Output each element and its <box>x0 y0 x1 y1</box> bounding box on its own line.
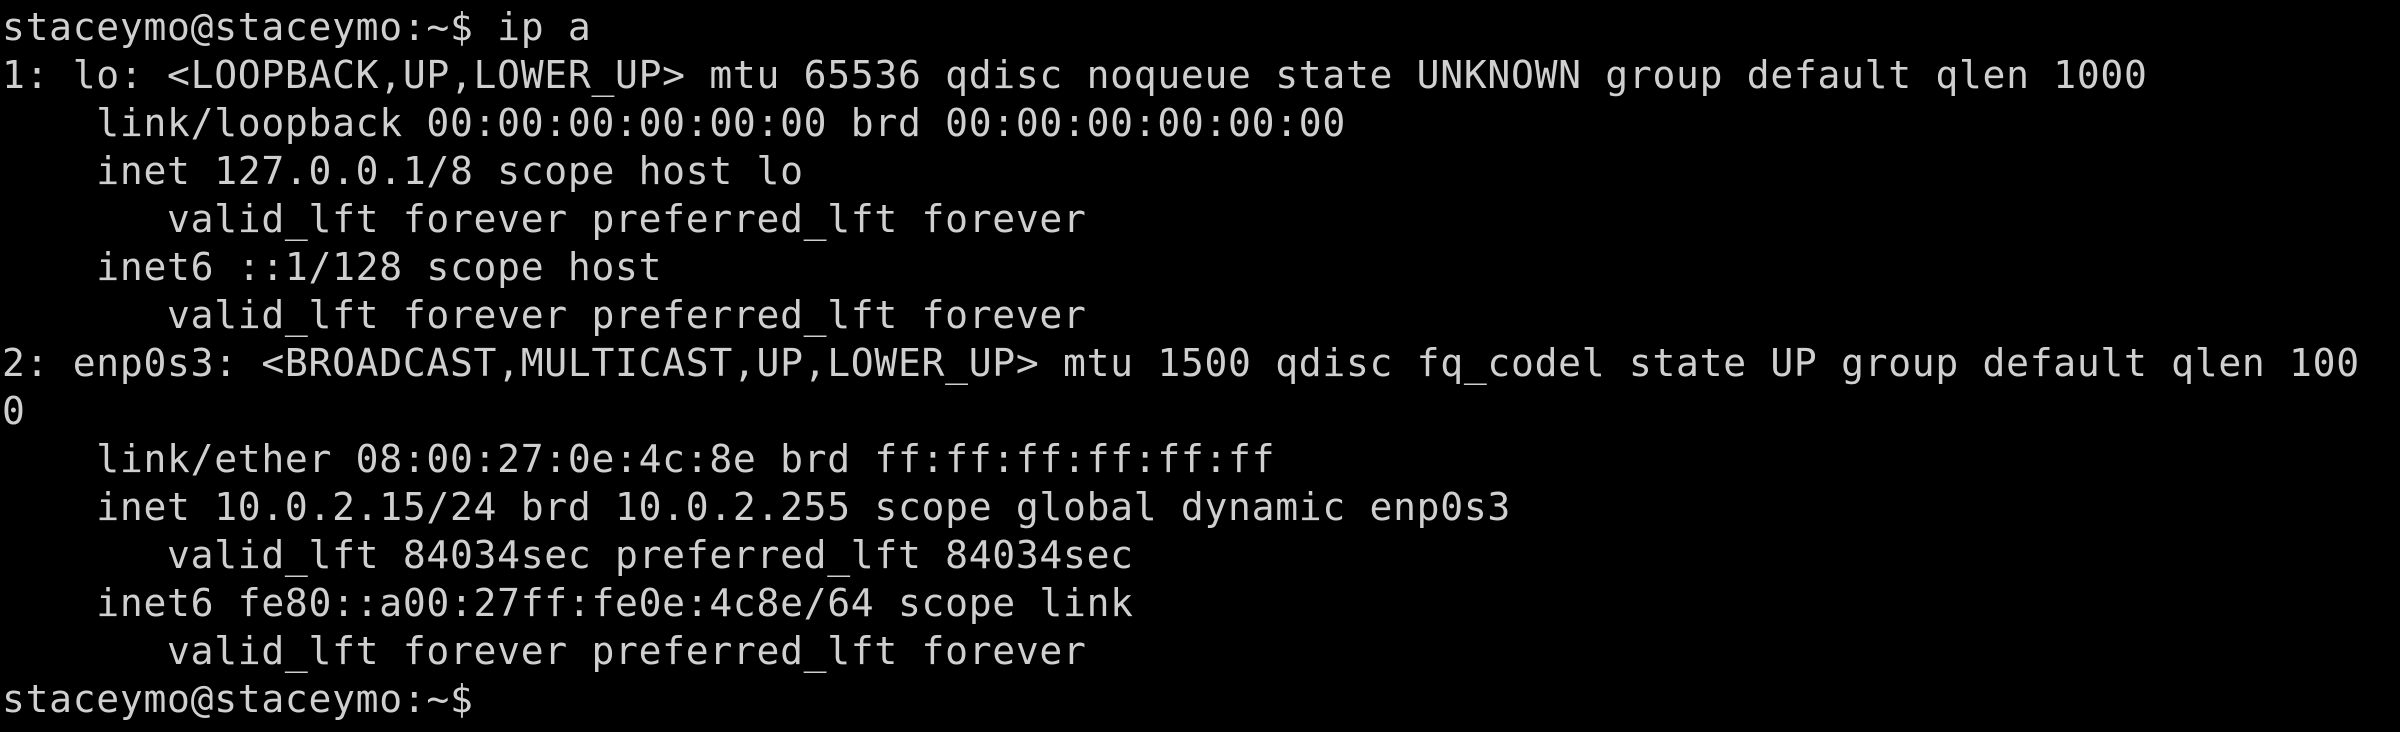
output-line-lo-inet-lft: valid_lft forever preferred_lft forever <box>2 197 1087 241</box>
output-line-enp0s3-link: link/ether 08:00:27:0e:4c:8e brd ff:ff:f… <box>2 437 1276 481</box>
prompt-line[interactable]: staceymo@staceymo:~$ <box>2 675 2400 723</box>
output-line-enp0s3-inet6-lft: valid_lft forever preferred_lft forever <box>2 629 1087 673</box>
command-line: staceymo@staceymo:~$ ip a <box>2 5 592 49</box>
terminal-window[interactable]: staceymo@staceymo:~$ ip a 1: lo: <LOOPBA… <box>0 0 2400 732</box>
output-line-lo-link: link/loopback 00:00:00:00:00:00 brd 00:0… <box>2 101 1346 145</box>
output-line-enp0s3-header: 2: enp0s3: <BROADCAST,MULTICAST,UP,LOWER… <box>2 341 2360 385</box>
output-line-enp0s3-header-wrap: 0 <box>2 389 26 433</box>
output-line-lo-inet6: inet6 ::1/128 scope host <box>2 245 663 289</box>
output-line-enp0s3-inet: inet 10.0.2.15/24 brd 10.0.2.255 scope g… <box>2 485 1511 529</box>
output-line-enp0s3-inet6: inet6 fe80::a00:27ff:fe0e:4c8e/64 scope … <box>2 581 1134 625</box>
output-line-lo-inet6-lft: valid_lft forever preferred_lft forever <box>2 293 1087 337</box>
shell-prompt: staceymo@staceymo:~$ <box>2 677 498 721</box>
output-line-lo-header: 1: lo: <LOOPBACK,UP,LOWER_UP> mtu 65536 … <box>2 53 2148 97</box>
output-line-enp0s3-inet-lft: valid_lft 84034sec preferred_lft 84034se… <box>2 533 1134 577</box>
output-line-lo-inet: inet 127.0.0.1/8 scope host lo <box>2 149 804 193</box>
